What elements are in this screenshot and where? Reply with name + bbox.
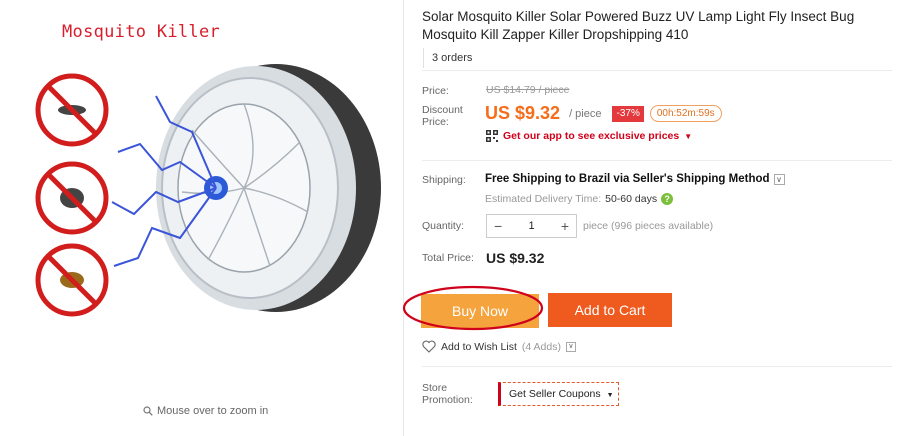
zoom-hint-text: Mouse over to zoom in <box>157 405 269 417</box>
shipping-label: Shipping: <box>422 174 466 186</box>
heart-icon <box>422 340 436 353</box>
discount-badge: -37% <box>612 105 644 122</box>
divider <box>422 366 892 367</box>
delivery-estimate: Estimated Delivery Time: 50-60 days ? <box>485 193 674 205</box>
shipping-method: Free Shipping to Brazil via Seller's Shi… <box>485 173 770 185</box>
app-promo-text: Get our app to see exclusive prices <box>503 130 680 142</box>
wish-list-link: Add to Wish List <box>441 340 517 353</box>
product-title: Solar Mosquito Killer Solar Powered Buzz… <box>422 9 855 42</box>
highlight-circle <box>402 285 544 331</box>
store-label-2: Promotion: <box>422 394 473 406</box>
caret-down-icon: ▼ <box>606 392 614 399</box>
product-details: Solar Mosquito Killer Solar Powered Buzz… <box>402 0 904 436</box>
discount-label-2: Price: <box>422 116 449 128</box>
store-label-1: Store <box>422 382 448 394</box>
product-image[interactable] <box>30 52 390 342</box>
chevron-down-icon[interactable]: ∨ <box>565 341 576 352</box>
add-to-cart-button[interactable]: Add to Cart <box>548 293 672 327</box>
orders-count: 3 orders <box>423 48 480 68</box>
increase-quantity-button[interactable]: + <box>561 218 569 234</box>
decrease-quantity-button[interactable]: − <box>494 218 502 234</box>
quantity-input[interactable]: 1 <box>528 220 534 232</box>
divider <box>422 70 892 71</box>
quantity-stepper: − 1 + <box>486 214 577 238</box>
per-piece: / piece <box>569 107 602 120</box>
get-seller-coupons-button[interactable]: Get Seller Coupons ▼ <box>498 382 619 406</box>
product-image-panel: Mosquito Killer Mouse over to zoom in <box>0 0 404 436</box>
wish-list-row[interactable]: Add to Wish List (4 Adds) ∨ <box>422 340 576 353</box>
help-icon[interactable]: ? <box>661 193 674 205</box>
divider <box>422 160 892 161</box>
discount-price: US $9.32 <box>485 103 561 123</box>
original-price: US $14.79 / piece <box>486 84 570 96</box>
stock-availability: piece (996 pieces available) <box>583 220 714 232</box>
shipping-method-select[interactable]: Free Shipping to Brazil via Seller's Shi… <box>485 173 785 185</box>
total-price-label: Total Price: <box>422 252 474 264</box>
discount-price-row: US $9.32 / piece -37% 00h:52m:59s <box>485 103 722 124</box>
coupon-button-label: Get Seller Coupons <box>509 388 601 400</box>
magnifier-icon <box>143 406 153 416</box>
price-label: Price: <box>422 85 449 97</box>
chevron-down-icon: ∨ <box>773 173 785 185</box>
delivery-label: Estimated Delivery Time: <box>485 193 602 205</box>
wish-count: (4 Adds) <box>521 340 561 353</box>
delivery-days: 50-60 days <box>605 193 658 205</box>
image-overlay-title: Mosquito Killer <box>62 22 221 42</box>
total-price: US $9.32 <box>486 250 545 266</box>
countdown-timer: 00h:52m:59s <box>649 105 722 122</box>
qr-code-icon <box>486 130 498 142</box>
quantity-label: Quantity: <box>422 220 465 232</box>
app-promo-link[interactable]: Get our app to see exclusive prices ▼ <box>486 130 692 142</box>
caret-down-icon: ▼ <box>684 131 693 141</box>
discount-label-1: Discount <box>422 104 463 116</box>
zoom-hint: Mouse over to zoom in <box>143 405 268 417</box>
